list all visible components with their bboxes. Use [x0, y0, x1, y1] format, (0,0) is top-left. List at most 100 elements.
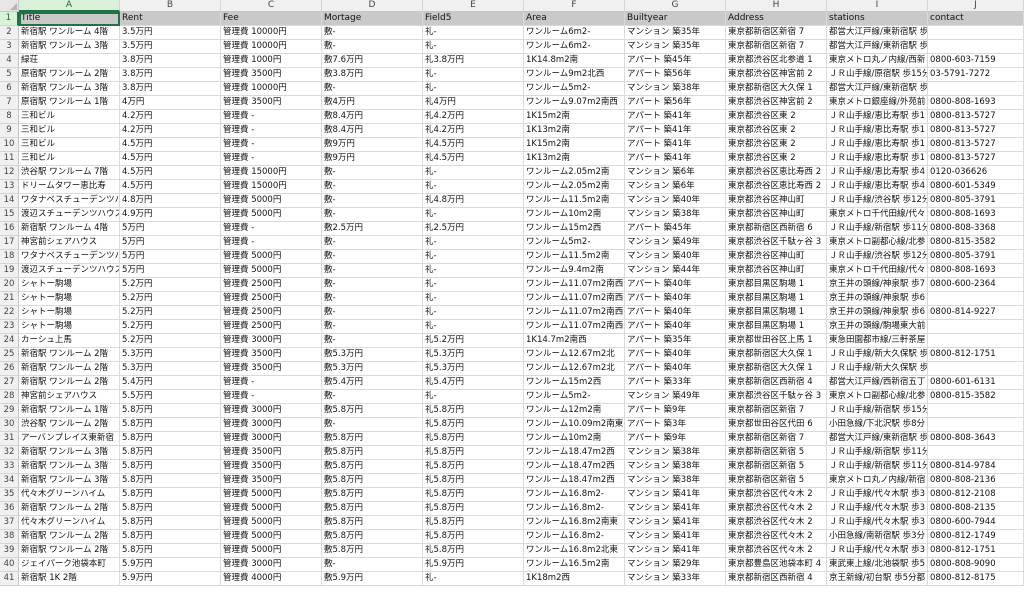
cell-e25[interactable]: 礼5.3万円: [423, 348, 524, 362]
cell-d41[interactable]: 敷5.9万円: [322, 572, 423, 586]
cell-g28[interactable]: マンション 築49年: [625, 390, 726, 404]
cell-g16[interactable]: アパート 築45年: [625, 222, 726, 236]
row-header-38[interactable]: 38: [0, 530, 19, 544]
cell-c4[interactable]: 管理費 1000円: [221, 54, 322, 68]
cell-i41[interactable]: 京王新線/初台駅 歩5分都: [827, 572, 928, 586]
cell-h19[interactable]: 東京都渋谷区神山町: [726, 264, 827, 278]
cell-b19[interactable]: 5万円: [120, 264, 221, 278]
cell-e21[interactable]: 礼-: [423, 292, 524, 306]
cell-j31[interactable]: 0800-808-3643: [928, 432, 1024, 446]
cell-e26[interactable]: 礼5.3万円: [423, 362, 524, 376]
cell-d35[interactable]: 敷5.8万円: [322, 488, 423, 502]
cell-b37[interactable]: 5.8万円: [120, 516, 221, 530]
cell-f15[interactable]: ワンルーム10m2南: [524, 208, 625, 222]
cell-g41[interactable]: マンション 築33年: [625, 572, 726, 586]
cell-b3[interactable]: 3.5万円: [120, 40, 221, 54]
cell-c12[interactable]: 管理費 15000円: [221, 166, 322, 180]
cell-d2[interactable]: 敷-: [322, 26, 423, 40]
cell-a31[interactable]: アーバンプレイス東新宿: [19, 432, 120, 446]
cell-i16[interactable]: ＪＲ山手線/新宿駅 歩11分: [827, 222, 928, 236]
cell-e11[interactable]: 礼4.5万円: [423, 152, 524, 166]
cell-i2[interactable]: 都営大江戸線/東新宿駅 歩: [827, 26, 928, 40]
cell-h30[interactable]: 東京都世田谷区代田 6: [726, 418, 827, 432]
cell-i8[interactable]: ＪＲ山手線/恵比寿駅 歩1: [827, 110, 928, 124]
row-header-6[interactable]: 6: [0, 82, 19, 96]
cell-c41[interactable]: 管理費 4000円: [221, 572, 322, 586]
cell-c20[interactable]: 管理費 2500円: [221, 278, 322, 292]
cell-j20[interactable]: 0800-600-2364: [928, 278, 1024, 292]
cell-b15[interactable]: 4.9万円: [120, 208, 221, 222]
cell-d18[interactable]: 敷-: [322, 250, 423, 264]
cell-g29[interactable]: アパート 築9年: [625, 404, 726, 418]
cell-a14[interactable]: ワタナベスチューデンツハ: [19, 194, 120, 208]
cell-i30[interactable]: 小田急線/下北沢駅 歩8分: [827, 418, 928, 432]
cell-i31[interactable]: 都営大江戸線/東新宿駅 歩: [827, 432, 928, 446]
cell-a2[interactable]: 新宿駅 ワンルーム 4階: [19, 26, 120, 40]
cell-h36[interactable]: 東京都渋谷区代々木 2: [726, 502, 827, 516]
cell-g19[interactable]: マンション 築44年: [625, 264, 726, 278]
cell-g5[interactable]: アパート 築56年: [625, 68, 726, 82]
cell-b35[interactable]: 5.8万円: [120, 488, 221, 502]
cell-e29[interactable]: 礼5.8万円: [423, 404, 524, 418]
cell-a30[interactable]: 渋谷駅 ワンルーム 2階: [19, 418, 120, 432]
cell-f10[interactable]: 1K15m2南: [524, 138, 625, 152]
cell-f7[interactable]: ワンルーム9.07m2南西: [524, 96, 625, 110]
cell-i11[interactable]: ＪＲ山手線/恵比寿駅 歩1: [827, 152, 928, 166]
cell-a39[interactable]: 新宿駅 ワンルーム 2階: [19, 544, 120, 558]
row-header-1[interactable]: 1: [0, 12, 19, 26]
cell-h3[interactable]: 東京都新宿区新宿 7: [726, 40, 827, 54]
cell-a4[interactable]: 緑荘: [19, 54, 120, 68]
cell-h28[interactable]: 東京都渋谷区千駄ヶ谷 3: [726, 390, 827, 404]
row-header-21[interactable]: 21: [0, 292, 19, 306]
row-header-13[interactable]: 13: [0, 180, 19, 194]
cell-d32[interactable]: 敷5.8万円: [322, 446, 423, 460]
cell-f37[interactable]: ワンルーム16.8m2南東: [524, 516, 625, 530]
cell-a28[interactable]: 神宮前シェアハウス: [19, 390, 120, 404]
cell-f28[interactable]: ワンルーム5m2-: [524, 390, 625, 404]
column-header-i[interactable]: I: [827, 0, 928, 12]
row-header-4[interactable]: 4: [0, 54, 19, 68]
row-header-5[interactable]: 5: [0, 68, 19, 82]
cell-h35[interactable]: 東京都渋谷区代々木 2: [726, 488, 827, 502]
cell-f34[interactable]: ワンルーム18.47m2西: [524, 474, 625, 488]
cell-b5[interactable]: 3.8万円: [120, 68, 221, 82]
cell-i7[interactable]: 東京メトロ銀座線/外苑前: [827, 96, 928, 110]
cell-g36[interactable]: マンション 築41年: [625, 502, 726, 516]
cell-b26[interactable]: 5.3万円: [120, 362, 221, 376]
cell-g20[interactable]: アパート 築40年: [625, 278, 726, 292]
cell-d15[interactable]: 敷-: [322, 208, 423, 222]
cell-j19[interactable]: 0800-808-1693: [928, 264, 1024, 278]
cell-i14[interactable]: ＪＲ山手線/渋谷駅 歩12分: [827, 194, 928, 208]
cell-f41[interactable]: 1K18m2西: [524, 572, 625, 586]
cell-h38[interactable]: 東京都渋谷区代々木 2: [726, 530, 827, 544]
cell-i15[interactable]: 東京メトロ千代田線/代々: [827, 208, 928, 222]
cell-c39[interactable]: 管理費 5000円: [221, 544, 322, 558]
cell-d33[interactable]: 敷5.8万円: [322, 460, 423, 474]
row-header-17[interactable]: 17: [0, 236, 19, 250]
cell-e23[interactable]: 礼-: [423, 320, 524, 334]
row-header-31[interactable]: 31: [0, 432, 19, 446]
cell-c35[interactable]: 管理費 5000円: [221, 488, 322, 502]
cell-c5[interactable]: 管理費 3500円: [221, 68, 322, 82]
cell-i25[interactable]: ＪＲ山手線/新大久保駅 歩: [827, 348, 928, 362]
cell-a35[interactable]: 代々木グリーンハイム: [19, 488, 120, 502]
cell-f17[interactable]: ワンルーム5m2-: [524, 236, 625, 250]
cell-j33[interactable]: 0800-814-9784: [928, 460, 1024, 474]
cell-a27[interactable]: 新宿駅 ワンルーム 2階: [19, 376, 120, 390]
cell-c36[interactable]: 管理費 5000円: [221, 502, 322, 516]
cell-h31[interactable]: 東京都新宿区新宿 7: [726, 432, 827, 446]
cell-f33[interactable]: ワンルーム18.47m2西: [524, 460, 625, 474]
cell-i37[interactable]: ＪＲ山手線/代々木駅 歩3: [827, 516, 928, 530]
cell-c40[interactable]: 管理費 3000円: [221, 558, 322, 572]
cell-c32[interactable]: 管理費 3500円: [221, 446, 322, 460]
cell-c2[interactable]: 管理費 10000円: [221, 26, 322, 40]
cell-h27[interactable]: 東京都新宿区西新宿 4: [726, 376, 827, 390]
cell-i10[interactable]: ＪＲ山手線/恵比寿駅 歩1: [827, 138, 928, 152]
cell-h40[interactable]: 東京都豊島区池袋本町 4: [726, 558, 827, 572]
cell-g9[interactable]: アパート 築41年: [625, 124, 726, 138]
cell-b2[interactable]: 3.5万円: [120, 26, 221, 40]
cell-j5[interactable]: 03-5791-7272: [928, 68, 1024, 82]
cell-g32[interactable]: マンション 築38年: [625, 446, 726, 460]
cell-g2[interactable]: マンション 築35年: [625, 26, 726, 40]
cell-b8[interactable]: 4.2万円: [120, 110, 221, 124]
